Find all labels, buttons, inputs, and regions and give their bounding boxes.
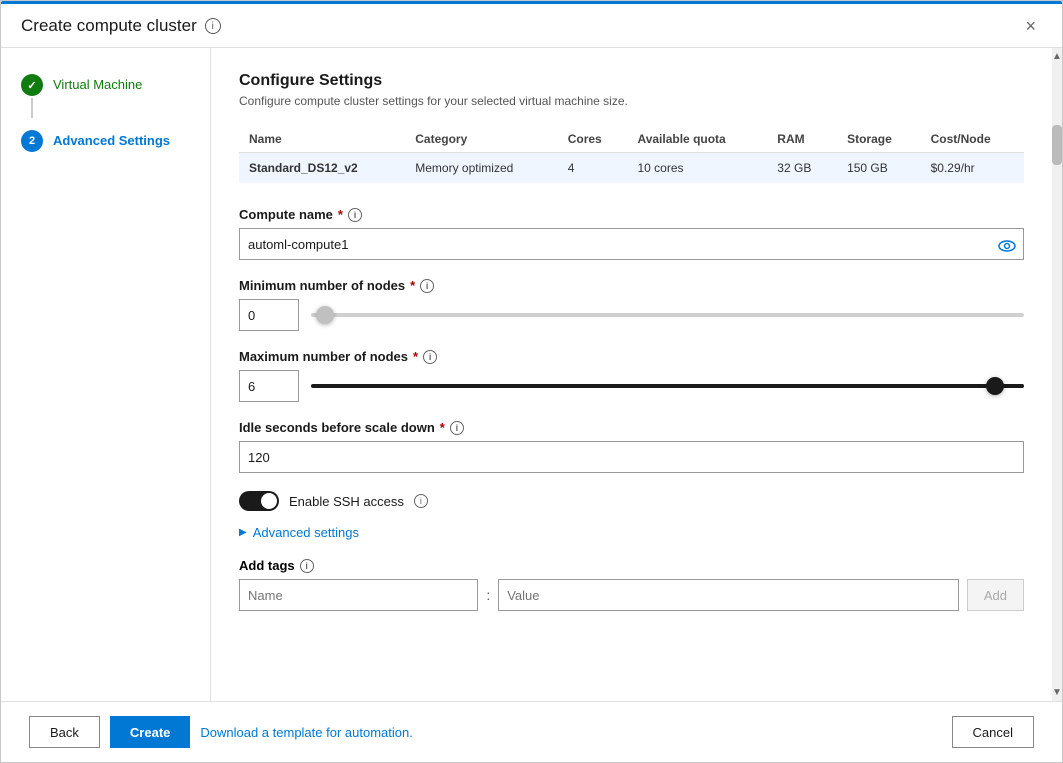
title-row: Create compute cluster i [21, 16, 221, 36]
required-star: * [338, 207, 343, 222]
compute-name-label: Compute name * i [239, 207, 1024, 222]
col-ram: RAM [767, 126, 837, 153]
close-button[interactable]: × [1019, 15, 1042, 37]
advanced-settings-expand[interactable]: ▶ Advanced settings [239, 525, 1024, 540]
required-star-max: * [413, 349, 418, 364]
col-name: Name [239, 126, 405, 153]
scrollbar[interactable]: ▲ ▼ [1052, 48, 1062, 701]
step1-circle: ✓ [21, 74, 43, 96]
tag-add-button[interactable]: Add [967, 579, 1024, 611]
vm-quota: 10 cores [627, 153, 767, 184]
tags-info-icon[interactable]: i [300, 559, 314, 573]
min-nodes-group: Minimum number of nodes * i [239, 278, 1024, 331]
dialog-body: ✓ Virtual Machine 2 Advanced Settings Co… [1, 48, 1062, 701]
max-nodes-track [311, 384, 1024, 388]
chevron-right-icon: ▶ [239, 527, 247, 538]
max-nodes-slider-container [311, 376, 1024, 396]
vm-cores: 4 [558, 153, 628, 184]
step1-indicator: ✓ [21, 74, 43, 118]
scroll-thumb[interactable] [1052, 125, 1062, 165]
required-star-idle: * [440, 420, 445, 435]
compute-name-input[interactable] [239, 228, 1024, 260]
title-info-icon[interactable]: i [205, 18, 221, 34]
tag-value-input[interactable] [498, 579, 959, 611]
compute-name-info-icon[interactable]: i [348, 208, 362, 222]
vm-ram: 32 GB [767, 153, 837, 184]
sidebar-label-advanced-settings: Advanced Settings [53, 130, 170, 148]
idle-seconds-group: Idle seconds before scale down * i [239, 420, 1024, 473]
create-compute-dialog: Create compute cluster i × ✓ Virtual Mac… [0, 0, 1063, 763]
dialog-title: Create compute cluster [21, 16, 197, 36]
compute-name-group: Compute name * i [239, 207, 1024, 260]
min-nodes-input[interactable] [239, 299, 299, 331]
tags-label: Add tags i [239, 558, 1024, 573]
advanced-settings-label: Advanced settings [253, 525, 359, 540]
min-nodes-thumb[interactable] [316, 306, 334, 324]
section-title: Configure Settings [239, 72, 1024, 90]
sidebar-item-advanced-settings[interactable]: 2 Advanced Settings [1, 124, 210, 158]
col-quota: Available quota [627, 126, 767, 153]
vm-cost: $0.29/hr [921, 153, 1024, 184]
vm-name: Standard_DS12_v2 [239, 153, 405, 184]
toggle-knob [261, 493, 277, 509]
max-nodes-info-icon[interactable]: i [423, 350, 437, 364]
idle-seconds-info-icon[interactable]: i [450, 421, 464, 435]
min-nodes-slider-row [239, 299, 1024, 331]
step2-circle: 2 [21, 130, 43, 152]
required-star-min: * [410, 278, 415, 293]
max-nodes-group: Maximum number of nodes * i [239, 349, 1024, 402]
col-storage: Storage [837, 126, 921, 153]
sidebar: ✓ Virtual Machine 2 Advanced Settings [1, 48, 211, 701]
idle-seconds-input[interactable] [239, 441, 1024, 473]
download-template-link[interactable]: Download a template for automation. [200, 725, 412, 740]
col-category: Category [405, 126, 557, 153]
min-nodes-slider-container [311, 305, 1024, 325]
ssh-info-icon[interactable]: i [414, 494, 428, 508]
dialog-header: Create compute cluster i × [1, 1, 1062, 48]
step2-indicator: 2 [21, 130, 43, 152]
tag-name-input[interactable] [239, 579, 478, 611]
cancel-button[interactable]: Cancel [952, 716, 1034, 748]
col-cores: Cores [558, 126, 628, 153]
tags-row: : Add [239, 579, 1024, 611]
ssh-toggle-label: Enable SSH access [289, 494, 404, 509]
ssh-toggle[interactable] [239, 491, 279, 511]
vm-category: Memory optimized [405, 153, 557, 184]
back-button[interactable]: Back [29, 716, 100, 748]
step1-line [31, 98, 33, 118]
max-nodes-input[interactable] [239, 370, 299, 402]
idle-seconds-label: Idle seconds before scale down * i [239, 420, 1024, 435]
sidebar-item-virtual-machine[interactable]: ✓ Virtual Machine [1, 68, 210, 124]
tag-colon: : [486, 587, 490, 603]
create-button[interactable]: Create [110, 716, 190, 748]
col-cost: Cost/Node [921, 126, 1024, 153]
dialog-footer: Back Create Download a template for auto… [1, 701, 1062, 762]
main-content: Configure Settings Configure compute clu… [211, 48, 1052, 701]
vm-table: Name Category Cores Available quota RAM … [239, 126, 1024, 183]
sidebar-label-virtual-machine: Virtual Machine [53, 74, 142, 92]
vm-storage: 150 GB [837, 153, 921, 184]
table-row[interactable]: Standard_DS12_v2 Memory optimized 4 10 c… [239, 153, 1024, 184]
max-nodes-thumb[interactable] [986, 377, 1004, 395]
max-nodes-slider-row [239, 370, 1024, 402]
section-subtitle: Configure compute cluster settings for y… [239, 94, 1024, 108]
add-tags-group: Add tags i : Add [239, 558, 1024, 611]
eye-icon-button[interactable] [990, 235, 1024, 260]
scroll-up-arrow[interactable]: ▲ [1052, 48, 1062, 65]
ssh-toggle-row: Enable SSH access i [239, 491, 1024, 511]
max-nodes-label: Maximum number of nodes * i [239, 349, 1024, 364]
min-nodes-label: Minimum number of nodes * i [239, 278, 1024, 293]
min-nodes-info-icon[interactable]: i [420, 279, 434, 293]
scroll-down-arrow[interactable]: ▼ [1052, 684, 1062, 701]
min-nodes-track [311, 313, 1024, 317]
